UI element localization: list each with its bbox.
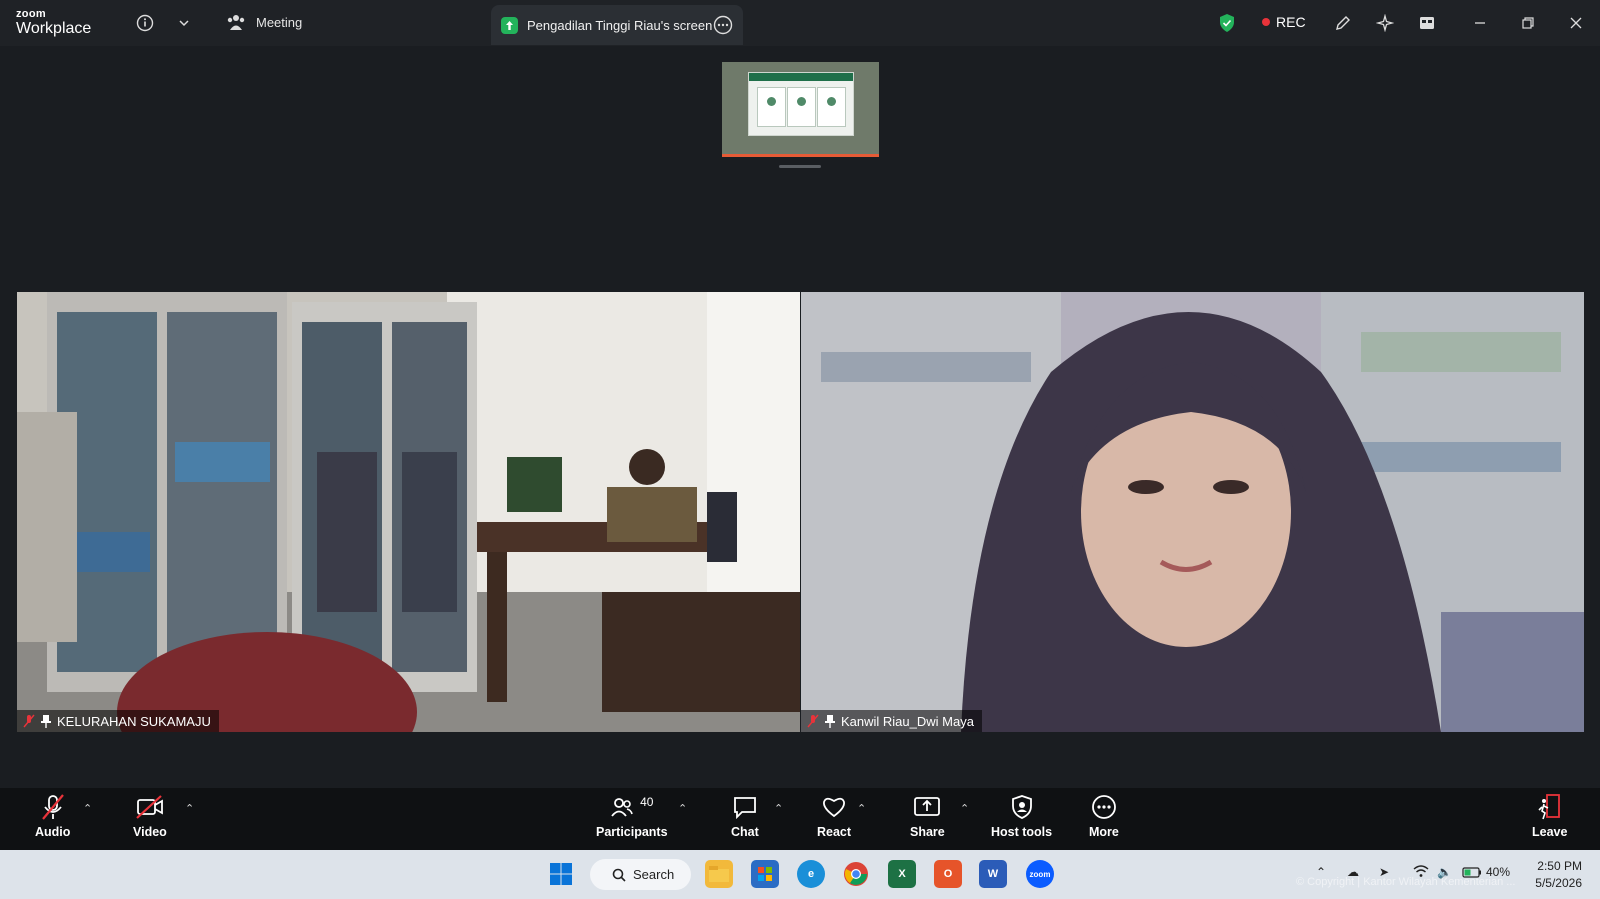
audio-options-caret-icon[interactable]: ⌃ — [83, 802, 92, 815]
video-feed-office — [17, 292, 800, 732]
more-button[interactable]: More — [1089, 793, 1119, 839]
minimize-icon[interactable] — [1468, 11, 1492, 35]
participants-label: Participants — [596, 825, 668, 839]
muted-mic-icon — [23, 714, 35, 728]
participant-name-tag: KELURAHAN SUKAMAJU — [17, 710, 219, 732]
video-label: Video — [133, 825, 167, 839]
muted-mic-icon — [807, 714, 819, 728]
pin-icon — [825, 715, 835, 728]
microsoft-store-icon[interactable] — [751, 860, 779, 888]
video-tile-kelurahan[interactable]: KELURAHAN SUKAMAJU — [17, 292, 800, 732]
shared-screen-tab[interactable]: Pengadilan Tinggi Riau's screen — [491, 5, 743, 45]
host-tools-button[interactable]: Host tools — [991, 793, 1052, 839]
chat-label: Chat — [731, 825, 759, 839]
logo-big-text: Workplace — [16, 20, 92, 37]
rec-label: REC — [1276, 14, 1306, 30]
info-icon[interactable] — [133, 11, 157, 35]
video-button[interactable]: Video — [133, 793, 167, 839]
zoom-logo: zoom Workplace — [16, 9, 91, 37]
meeting-toolbar: Audio ⌃ Video ⌃ 40 Participants ⌃ Chat ⌃… — [0, 788, 1600, 850]
annotate-pen-icon[interactable] — [1331, 11, 1355, 35]
office-icon[interactable]: O — [934, 860, 962, 888]
host-shield-icon — [1011, 795, 1032, 819]
participant-name: Kanwil Riau_Dwi Maya — [841, 713, 974, 729]
chrome-browser-icon[interactable] — [842, 860, 870, 888]
shared-screen-title: Pengadilan Tinggi Riau's screen — [527, 17, 713, 33]
recording-dot-icon — [1262, 18, 1270, 26]
leave-door-icon — [1538, 794, 1560, 820]
share-screen-icon — [501, 16, 518, 34]
more-dots-icon — [1092, 795, 1116, 819]
recording-indicator[interactable]: REC — [1262, 14, 1306, 30]
windows-start-icon[interactable] — [547, 860, 575, 888]
video-options-caret-icon[interactable]: ⌃ — [185, 802, 194, 815]
share-options-caret-icon[interactable]: ⌃ — [960, 802, 969, 815]
participant-name: KELURAHAN SUKAMAJU — [57, 713, 211, 729]
chat-icon — [733, 797, 756, 820]
windows-taskbar: Search e X O W zoom ⌃ ☁ ➤ 🔈 40% 2:50 PM … — [0, 850, 1600, 899]
participants-button[interactable]: 40 Participants — [596, 793, 668, 839]
search-label: Search — [633, 867, 675, 882]
more-options-icon[interactable] — [713, 15, 733, 38]
chat-button[interactable]: Chat — [731, 793, 759, 839]
clock-date: 5/5/2026 — [1535, 876, 1582, 890]
participant-name-tag: Kanwil Riau_Dwi Maya — [801, 710, 982, 732]
video-feed-person — [801, 292, 1584, 732]
leave-button[interactable]: Leave — [1532, 793, 1567, 839]
shared-screen-thumbnail[interactable] — [722, 62, 879, 157]
apps-icon[interactable] — [1415, 11, 1439, 35]
copyright-watermark: © Copyright | Kantor Wilayah Kementerian… — [1296, 876, 1516, 888]
restore-window-icon[interactable] — [1516, 11, 1540, 35]
host-tools-label: Host tools — [991, 825, 1053, 839]
more-label: More — [1089, 825, 1119, 839]
share-screen-arrow-icon — [914, 797, 941, 816]
clock-time: 2:50 PM — [1537, 859, 1582, 873]
zoom-app-icon[interactable]: zoom — [1026, 860, 1054, 888]
file-explorer-icon[interactable] — [705, 860, 733, 888]
participants-count: 40 — [640, 795, 654, 809]
audio-label: Audio — [35, 825, 71, 839]
system-clock[interactable]: 2:50 PM 5/5/2026 — [1535, 858, 1582, 892]
video-off-icon — [136, 795, 163, 819]
excel-icon[interactable]: X — [888, 860, 916, 888]
thumbnail-page — [748, 72, 854, 136]
react-label: React — [817, 825, 852, 839]
share-label: Share — [910, 825, 945, 839]
meeting-label: Meeting — [256, 14, 303, 30]
participants-options-caret-icon[interactable]: ⌃ — [678, 802, 687, 815]
heart-react-icon — [823, 797, 845, 818]
word-icon[interactable]: W — [979, 860, 1007, 888]
participants-icon — [611, 798, 633, 817]
ai-companion-icon[interactable] — [1373, 11, 1397, 35]
mic-muted-icon — [41, 794, 64, 820]
meeting-menu[interactable]: Meeting — [226, 13, 302, 31]
share-button[interactable]: Share — [910, 793, 945, 839]
video-tile-kanwil[interactable]: Kanwil Riau_Dwi Maya — [801, 292, 1584, 732]
leave-label: Leave — [1532, 825, 1568, 839]
taskbar-search[interactable]: Search — [590, 859, 691, 890]
close-icon[interactable] — [1564, 11, 1588, 35]
react-button[interactable]: React — [817, 793, 851, 839]
chevron-down-icon[interactable] — [172, 11, 196, 35]
thumbnail-drag-handle[interactable] — [779, 165, 821, 168]
security-shield-icon[interactable] — [1215, 11, 1239, 35]
participants-group-icon — [227, 15, 245, 30]
chat-options-caret-icon[interactable]: ⌃ — [774, 802, 783, 815]
title-bar: zoom Workplace Meeting Pengadilan Tinggi… — [0, 0, 1600, 46]
search-icon — [612, 868, 626, 882]
pin-icon — [41, 715, 51, 728]
audio-button[interactable]: Audio — [35, 793, 70, 839]
logo-small-text: zoom — [16, 8, 46, 20]
react-options-caret-icon[interactable]: ⌃ — [857, 802, 866, 815]
edge-browser-icon[interactable]: e — [797, 860, 825, 888]
